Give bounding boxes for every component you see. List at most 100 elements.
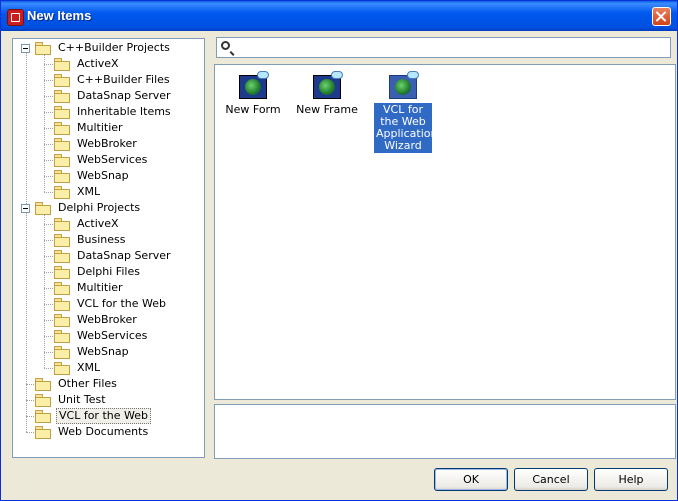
gallery-item-label: VCL for the Web Application Wizard xyxy=(374,103,438,153)
title-bar[interactable]: New Items xyxy=(1,1,677,31)
search-icon xyxy=(221,41,230,50)
tree-connector xyxy=(44,96,53,97)
folder-icon xyxy=(35,394,51,407)
tree-connector xyxy=(44,64,53,65)
folder-icon xyxy=(54,218,70,231)
folder-icon xyxy=(35,378,51,391)
search-input[interactable] xyxy=(237,40,667,55)
tree-item-label: Multitier xyxy=(77,281,123,294)
tree-item-label: WebBroker xyxy=(77,137,137,150)
tree-item-label: Web Documents xyxy=(58,425,149,438)
tree-item-label: ActiveX xyxy=(77,57,119,70)
tree-connector xyxy=(44,240,53,241)
tree-connector xyxy=(44,368,53,369)
tree-connector xyxy=(44,336,53,337)
folder-icon xyxy=(54,154,70,167)
tree-connector xyxy=(44,304,53,305)
tree-connector xyxy=(44,128,53,129)
ok-button[interactable]: OK xyxy=(434,468,508,491)
gallery-item-label: New Frame xyxy=(296,103,358,116)
search-box[interactable] xyxy=(216,37,671,58)
folder-icon xyxy=(35,202,51,215)
folder-icon xyxy=(54,298,70,311)
tree-item-label: Unit Test xyxy=(58,393,106,406)
tree-item-label: WebSnap xyxy=(77,169,129,182)
help-button[interactable]: Help xyxy=(594,468,668,491)
tree-connector xyxy=(26,432,34,433)
folder-icon xyxy=(54,58,70,71)
folder-icon xyxy=(54,122,70,135)
tree-item-label: C++Builder Files xyxy=(77,73,170,86)
tree-connector xyxy=(44,272,53,273)
gallery-item-label: New Form xyxy=(225,103,281,116)
folder-icon xyxy=(54,170,70,183)
vcl-web-form-icon xyxy=(237,71,269,99)
folder-icon xyxy=(54,266,70,279)
tree-connector xyxy=(26,400,34,401)
tree-connector xyxy=(44,352,53,353)
folder-icon xyxy=(54,186,70,199)
tree-connector xyxy=(44,214,45,368)
tree-item-label: XML xyxy=(77,361,101,374)
tree-item-label: Delphi Projects xyxy=(58,201,141,214)
tree-item-label: WebServices xyxy=(77,329,148,342)
vcl-web-frame-icon xyxy=(311,71,343,99)
folder-icon xyxy=(54,138,70,151)
item-gallery: New Form New Frame VCL for the Web Applica… xyxy=(214,64,676,400)
collapse-icon[interactable] xyxy=(21,204,30,213)
new-items-dialog: New Items C++Builder Projects ActiveX C++B… xyxy=(0,0,678,501)
tree-item-label: C++Builder Projects xyxy=(58,41,170,54)
tree-connector xyxy=(44,80,53,81)
folder-icon xyxy=(54,314,70,327)
folder-icon xyxy=(54,250,70,263)
tree-connector xyxy=(44,144,53,145)
tree-item-label: Other Files xyxy=(58,377,117,390)
folder-icon xyxy=(35,42,51,55)
app-icon xyxy=(7,9,24,26)
gallery-item[interactable]: New Form xyxy=(218,71,288,117)
folder-icon xyxy=(54,362,70,375)
tree-connector xyxy=(44,256,53,257)
tree-item-label: WebServices xyxy=(77,153,148,166)
tree-connector xyxy=(26,384,34,385)
tree-item-label: VCL for the Web xyxy=(77,297,166,310)
folder-icon xyxy=(54,90,70,103)
cancel-button[interactable]: Cancel xyxy=(514,468,588,491)
tree-item-label: XML xyxy=(77,185,101,198)
tree-item-label: ActiveX xyxy=(77,217,119,230)
folder-icon xyxy=(54,346,70,359)
close-button[interactable] xyxy=(652,7,671,26)
tree-connector xyxy=(44,54,45,192)
category-tree[interactable]: C++Builder Projects ActiveX C++Builder Fil… xyxy=(12,38,205,458)
tree-connector xyxy=(26,416,34,417)
vcl-web-wizard-icon xyxy=(387,71,419,99)
folder-icon xyxy=(54,106,70,119)
tree-connector xyxy=(44,288,53,289)
tree-connector xyxy=(44,112,53,113)
tree-connector xyxy=(44,176,53,177)
folder-icon xyxy=(35,410,51,423)
gallery-item[interactable]: New Frame xyxy=(292,71,362,117)
tree-item-label: Inheritable Items xyxy=(77,105,171,118)
tree-connector xyxy=(44,192,53,193)
tree-connector xyxy=(44,160,53,161)
tree-item-label: Business xyxy=(77,233,126,246)
folder-icon xyxy=(54,234,70,247)
tree-connector xyxy=(44,320,53,321)
tree-connector xyxy=(26,48,27,432)
tree-item-label: Delphi Files xyxy=(77,265,140,278)
tree-item-label: WebBroker xyxy=(77,313,137,326)
folder-icon xyxy=(54,330,70,343)
tree-item-label: VCL for the Web xyxy=(56,408,151,424)
description-panel xyxy=(214,404,676,459)
tree-connector xyxy=(44,224,53,225)
gallery-item[interactable]: VCL for the Web Application Wizard xyxy=(368,71,438,153)
tree-item-label: DataSnap Server xyxy=(77,249,171,262)
window-title: New Items xyxy=(27,8,92,23)
folder-icon xyxy=(54,282,70,295)
folder-icon xyxy=(35,426,51,439)
folder-icon xyxy=(54,74,70,87)
tree-item-label: Multitier xyxy=(77,121,123,134)
collapse-icon[interactable] xyxy=(21,44,30,53)
tree-item-label: DataSnap Server xyxy=(77,89,171,102)
